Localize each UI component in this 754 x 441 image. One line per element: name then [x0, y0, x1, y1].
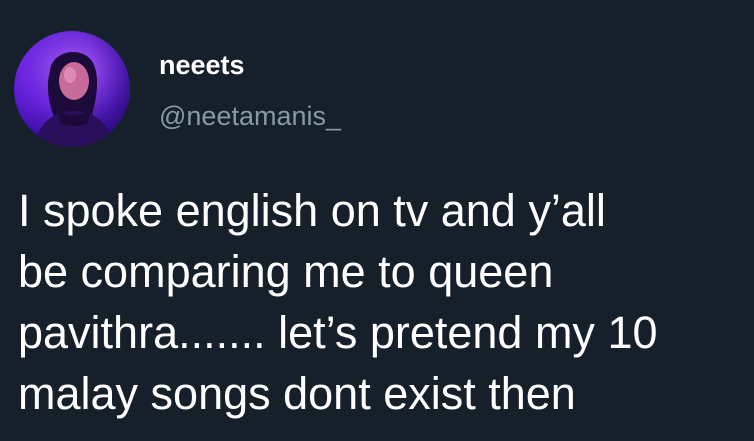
- display-name[interactable]: neeets: [159, 52, 245, 79]
- profile-photo-icon: [14, 31, 130, 147]
- tweet-text-line: pavithra....... let’s pretend my 10: [18, 307, 658, 358]
- tweet-text-line: I spoke english on tv and y’all: [18, 185, 606, 236]
- avatar[interactable]: [14, 31, 130, 147]
- tweet-card: neeets @neetamanis_ I spoke english on t…: [0, 0, 754, 441]
- user-handle[interactable]: @neetamanis_: [159, 103, 341, 130]
- tweet-text-line: be comparing me to queen: [18, 246, 554, 297]
- tweet-text-line: malay songs dont exist then: [18, 368, 576, 419]
- tweet-text: I spoke english on tv and y’all be compa…: [18, 180, 738, 424]
